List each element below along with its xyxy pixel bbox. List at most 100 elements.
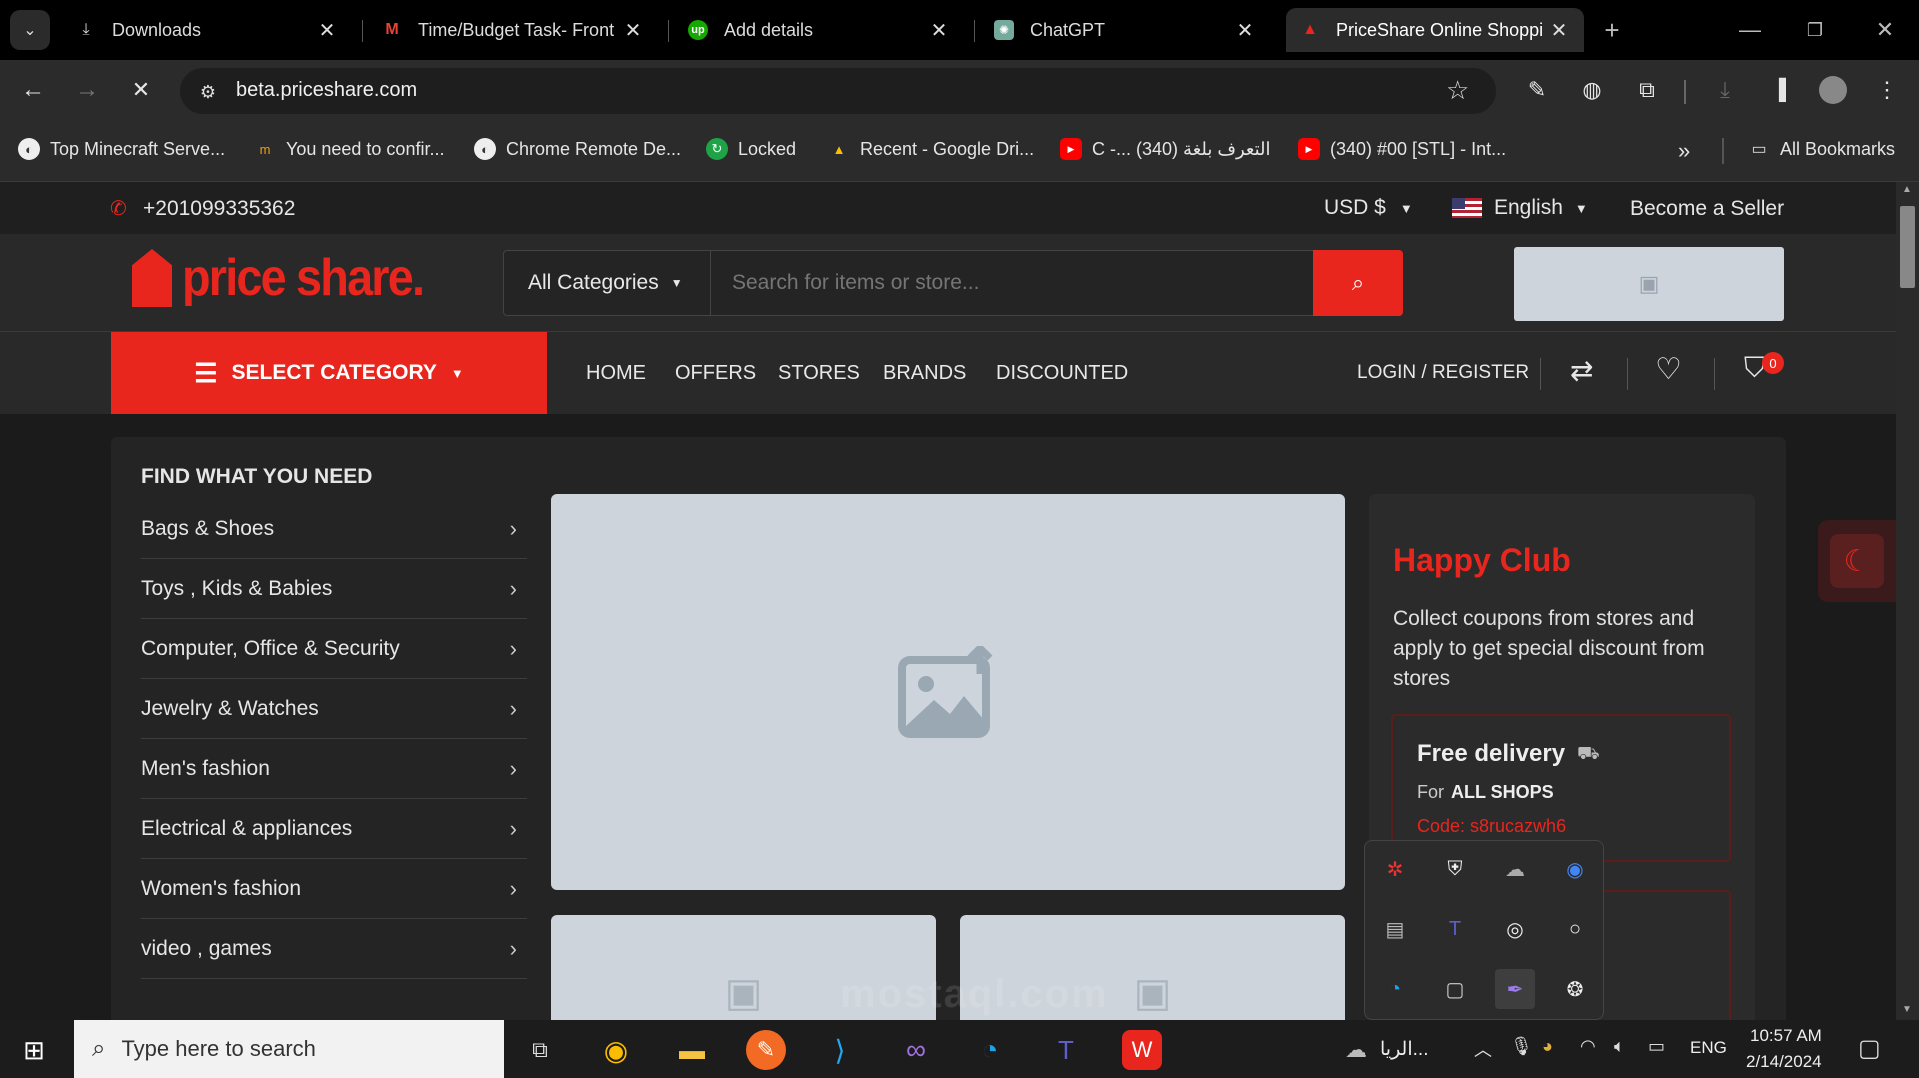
feather-icon[interactable]: ✒ [1495,969,1535,1009]
phone-number[interactable]: +201099335362 [143,197,295,221]
edge-icon[interactable]: ◔ [1375,969,1415,1009]
clock-time[interactable]: 10:57 AM [1750,1026,1822,1046]
sync-icon[interactable]: ◎ [1495,909,1535,949]
downloads-icon[interactable]: ⤓ [1708,73,1742,107]
compare-icon[interactable]: ⇄ [1570,354,1593,387]
category-item[interactable]: Jewelry & Watches › [141,679,527,739]
chrome-icon[interactable]: ◉ [1555,849,1595,889]
cart-bag-icon[interactable]: ⛉ [1744,352,1765,385]
bookmark-item[interactable]: m You need to confir... [254,138,445,160]
visual-studio-icon[interactable]: ∞ [896,1030,936,1070]
wifi-icon[interactable]: ◠ [1580,1036,1596,1057]
category-item[interactable]: video , games › [141,919,527,979]
onedrive-cloud-icon[interactable]: ☁ [1495,849,1535,889]
more-bookmarks-chevron-icon[interactable]: » [1678,138,1690,164]
chevron-up-icon[interactable]: ︿ [1474,1036,1492,1062]
battery-icon[interactable]: ▭ [1648,1036,1665,1057]
nav-stores[interactable]: STORES [778,362,860,385]
search-input[interactable] [712,251,1290,315]
extensions-puzzle-icon[interactable]: ⧉ [1630,73,1664,107]
category-item[interactable]: Bags & Shoes › [141,499,527,559]
bookmark-item[interactable]: ◐ Chrome Remote De... [474,138,681,160]
minimize-button[interactable]: — [1730,10,1770,50]
close-icon[interactable]: ✕ [1234,18,1256,43]
globe-extension-icon[interactable]: ◍ [1575,73,1609,107]
currency-select[interactable]: USD $ ▼ [1324,196,1413,220]
bookmark-item[interactable]: ↻ Locked [706,138,796,160]
tab-search-button[interactable]: ⌄ [10,10,50,50]
eyedropper-icon[interactable]: ✎ [1520,73,1554,107]
restore-button[interactable]: ❐ [1795,10,1835,50]
new-tab-button[interactable]: + [1592,10,1632,50]
taskbar-search-box[interactable]: ⌕ Type here to search [74,1020,504,1078]
chrome-taskbar-icon[interactable]: ◉ [596,1030,636,1070]
become-seller-link[interactable]: Become a Seller [1630,197,1784,221]
bookmark-item[interactable]: ▶ (340) #00 [STL] - Int... [1298,138,1506,160]
weather-label[interactable]: الريا... [1380,1038,1428,1061]
scrollbar-thumb[interactable] [1900,206,1915,288]
close-icon[interactable]: ✕ [1548,18,1570,43]
tab-gmail[interactable]: M Time/Budget Task- Front ✕ [368,8,658,52]
nav-discounted[interactable]: DISCOUNTED [996,362,1128,385]
side-panel-icon[interactable]: ▐ [1762,73,1796,107]
site-logo[interactable]: price share. [132,248,450,308]
bookmark-item[interactable]: ◐ Top Minecraft Serve... [18,138,225,160]
dark-mode-toggle[interactable]: ☾ [1818,520,1896,602]
close-icon[interactable]: ✕ [622,18,644,43]
bookmark-item[interactable]: ▶ C -... التعرف بلغة (340) [1060,138,1271,160]
tab-chatgpt[interactable]: ✺ ChatGPT ✕ [980,8,1270,52]
meet-icon[interactable]: ▢ [1435,969,1475,1009]
profile-avatar[interactable] [1816,73,1850,107]
address-bar[interactable]: ⚙ beta.priceshare.com ☆ [180,68,1496,114]
forward-arrow-icon[interactable]: → [70,73,104,107]
language-select[interactable]: English ▼ [1452,196,1588,220]
microphone-icon[interactable]: 🎙︎ [1510,1036,1533,1057]
nav-brands[interactable]: BRANDS [883,362,966,385]
stop-loading-icon[interactable]: ✕ [124,73,158,107]
coupon-code[interactable]: Code: s8rucazwh6 [1417,816,1566,837]
category-item[interactable]: Electrical & appliances › [141,799,527,859]
tray-app-icon[interactable]: ✲ [1375,849,1415,889]
url-text[interactable]: beta.priceshare.com [236,79,417,102]
vscode-icon[interactable]: ⟩ [820,1030,860,1070]
volume-icon[interactable]: 🔈︎ [1614,1036,1625,1057]
tab-priceshare[interactable]: ▲ PriceShare Online Shoppi ✕ [1286,8,1584,52]
tab-upwork[interactable]: up Add details ✕ [674,8,964,52]
category-item[interactable]: Computer, Office & Security › [141,619,527,679]
search-button[interactable]: ⌕ [1313,250,1403,316]
display-icon[interactable]: ▤ [1375,909,1415,949]
input-language[interactable]: ENG [1690,1038,1727,1058]
app-ring-icon[interactable]: ❂ [1555,969,1595,1009]
wps-office-icon[interactable]: W [1122,1030,1162,1070]
task-view-icon[interactable]: ⧉ [520,1030,560,1070]
tray-app-icon[interactable]: ◕ [1542,1036,1553,1057]
bookmark-item[interactable]: ▲ Recent - Google Dri... [828,138,1035,160]
wishlist-heart-icon[interactable]: ♡ [1655,352,1682,387]
back-arrow-icon[interactable]: ← [16,73,50,107]
teams-icon[interactable]: T [1435,909,1475,949]
category-item[interactable]: Men's fashion › [141,739,527,799]
tab-downloads[interactable]: ⤓ Downloads ✕ [62,8,352,52]
page-scrollbar[interactable]: ▲ ▼ [1896,182,1919,1020]
windows-start-icon[interactable]: ⊞ [14,1030,54,1070]
close-icon[interactable]: ✕ [316,18,338,43]
teams-taskbar-icon[interactable]: T [1046,1030,1086,1070]
menu-dots-icon[interactable]: ⋮ [1870,73,1904,107]
window-close-button[interactable]: ✕ [1865,10,1905,50]
app-orange-icon[interactable]: ✎ [746,1030,786,1070]
category-item[interactable]: Women's fashion › [141,859,527,919]
edge-taskbar-icon[interactable]: ◔ [970,1030,1010,1070]
login-register-link[interactable]: LOGIN / REGISTER [1357,362,1529,384]
hero-slider-image[interactable] [551,494,1345,890]
notifications-icon[interactable]: ▢ [1858,1034,1881,1063]
clock-date[interactable]: 2/14/2024 [1746,1052,1822,1072]
nav-offers[interactable]: OFFERS [675,362,756,385]
bookmark-star-icon[interactable]: ☆ [1446,75,1469,106]
close-icon[interactable]: ✕ [928,18,950,43]
category-item[interactable]: Toys , Kids & Babies › [141,559,527,619]
category-dropdown[interactable]: All Categories ▼ [504,251,711,315]
file-explorer-icon[interactable]: ▬ [672,1030,712,1070]
nav-home[interactable]: HOME [586,362,646,385]
site-info-icon[interactable]: ⚙ [194,78,222,106]
ring-icon[interactable]: ○ [1555,909,1595,949]
